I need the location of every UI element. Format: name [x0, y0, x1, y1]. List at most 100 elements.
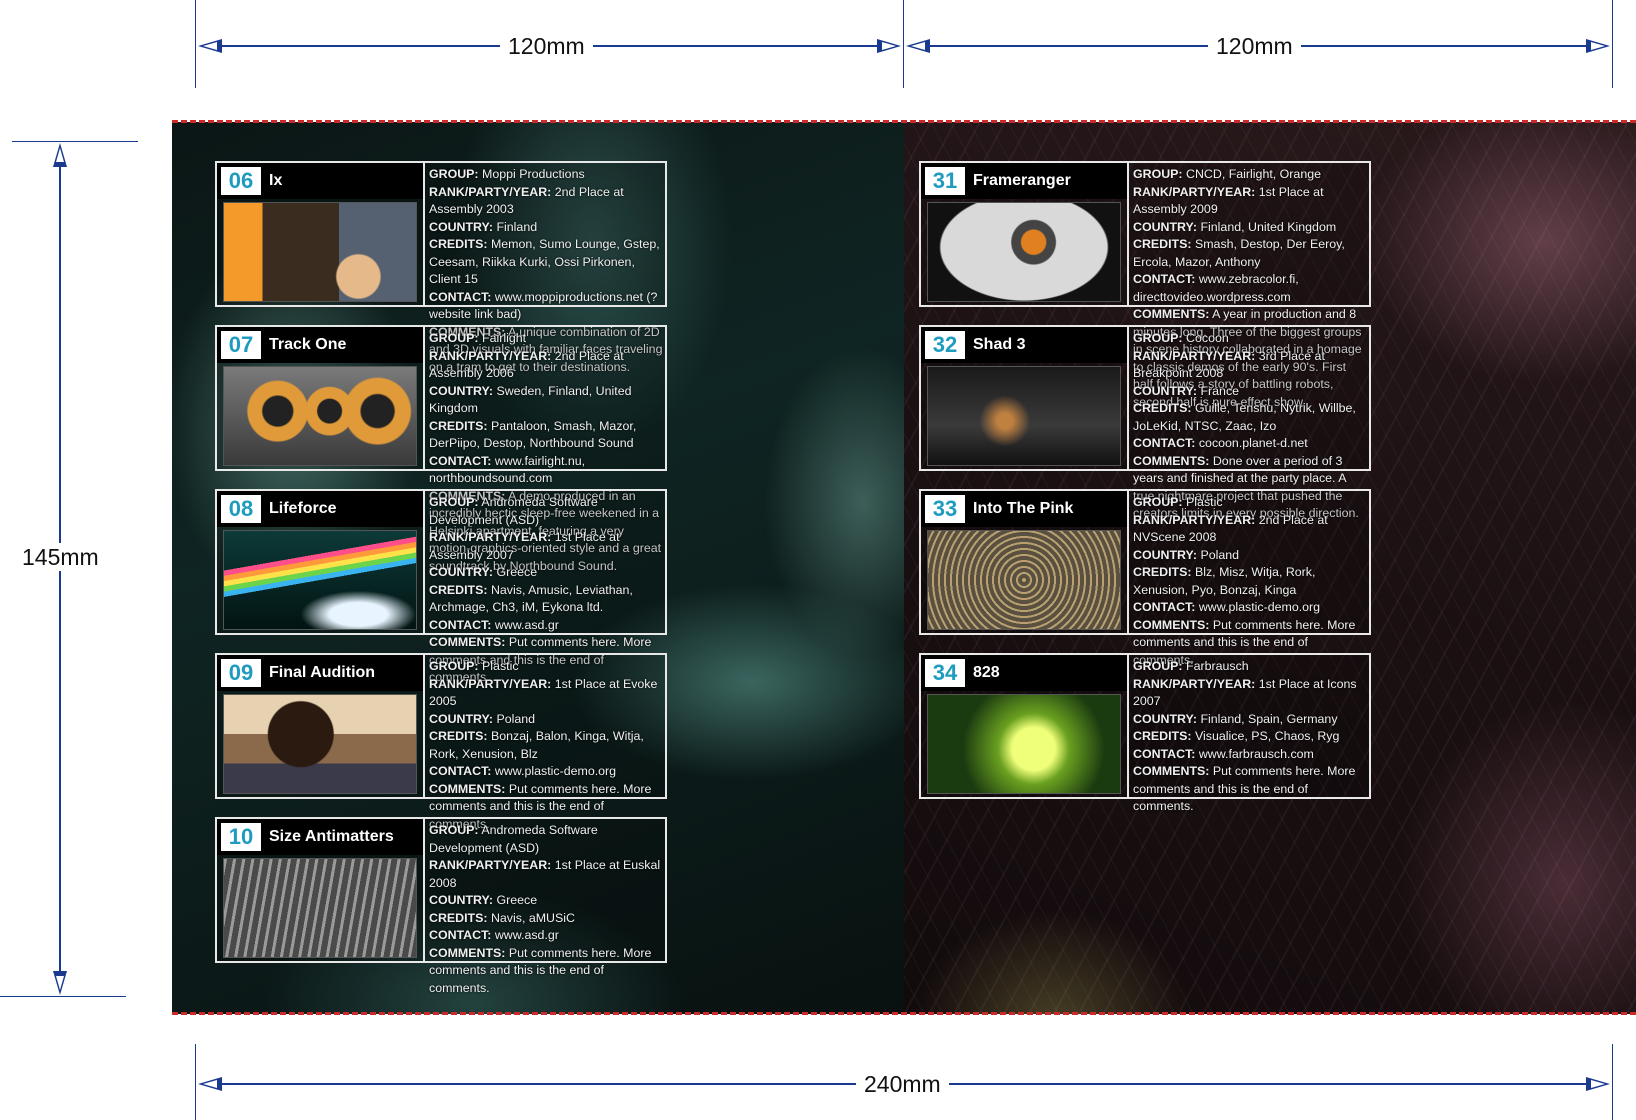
contact-value: www.plastic-demo.org [494, 764, 617, 778]
credits-row: CREDITS: Navis, aMUSiC [429, 910, 663, 928]
contact-row: CONTACT: www.plastic-demo.org [429, 763, 663, 781]
arrow-up-icon [53, 143, 67, 167]
group-value: Plastic [482, 659, 519, 673]
country-row: COUNTRY: Greece [429, 892, 663, 910]
group-label: GROUP: [429, 823, 479, 837]
comments-label: COMMENTS: [1133, 307, 1210, 321]
rank-row: RANK/PARTY/YEAR: 2nd Place at Assembly 2… [429, 184, 663, 219]
rank-label: RANK/PARTY/YEAR: [1133, 512, 1256, 527]
entry-number: 10 [221, 823, 261, 851]
dim-tick [195, 0, 196, 88]
country-value: France [1200, 383, 1240, 398]
credits-value: Visualice, PS, Chaos, Ryg [1194, 729, 1340, 743]
group-value: Farbrausch [1186, 659, 1249, 673]
group-row: GROUP: Andromeda Software Development (A… [429, 494, 663, 529]
group-value: CNCD, Fairlight, Orange [1186, 167, 1321, 181]
trim-line-bottom [172, 1012, 1636, 1015]
dim-label-left: 145mm [14, 543, 107, 571]
country-label: COUNTRY: [1133, 219, 1198, 234]
entry-thumb-column: 32 Shad 3 [921, 327, 1129, 469]
country-label: COUNTRY: [1133, 383, 1198, 398]
contact-row: CONTACT: www.moppiproductions.net (?webs… [429, 289, 663, 324]
credits-label: CREDITS: [429, 910, 488, 925]
dim-label-top-right: 120mm [1208, 32, 1301, 60]
entry-number: 31 [925, 167, 965, 195]
country-value: Greece [496, 565, 538, 579]
contact-value: www.asd.gr [494, 928, 559, 942]
entry-number: 07 [221, 331, 261, 359]
entry-title-bar: 10 Size Antimatters [217, 819, 423, 855]
entry-title: Frameranger [973, 172, 1071, 189]
contact-label: CONTACT: [1133, 600, 1196, 614]
rank-label: RANK/PARTY/YEAR: [429, 530, 552, 544]
country-label: COUNTRY: [1133, 711, 1198, 726]
country-row: COUNTRY: Finland, Spain, Germany [1133, 711, 1367, 729]
rank-label: RANK/PARTY/YEAR: [429, 858, 552, 872]
country-row: COUNTRY: Sweden, Finland, United Kingdom [429, 383, 663, 418]
dim-label-top-left: 120mm [500, 32, 593, 60]
arrow-left-icon [198, 1077, 222, 1091]
rank-label: RANK/PARTY/YEAR: [1133, 676, 1256, 691]
demo-entry: 31 Frameranger GROUP: CNCD, Fairlight, O… [919, 161, 1371, 409]
entry-screenshot [927, 694, 1121, 794]
entry-screenshot [223, 366, 417, 466]
entry-number: 34 [925, 659, 965, 687]
comments-label: COMMENTS: [1133, 617, 1210, 632]
credits-row: CREDITS: Bonzaj, Balon, Kinga, Witja, Ro… [429, 728, 663, 763]
group-row: GROUP: Moppi Productions [429, 166, 663, 184]
rank-row: RANK/PARTY/YEAR: 1st Place at Evoke 2005 [429, 676, 663, 711]
entry-title: Ix [269, 172, 283, 189]
contact-label: CONTACT: [1133, 272, 1196, 286]
comments-label: COMMENTS: [429, 781, 506, 796]
demo-entry: 10 Size Antimatters GROUP: Andromeda Sof… [215, 817, 667, 995]
country-value: Finland, Spain, Germany [1200, 711, 1338, 726]
rank-label: RANK/PARTY/YEAR: [429, 676, 552, 691]
rank-label: RANK/PARTY/YEAR: [1133, 184, 1256, 199]
entry-thumb-column: 33 Into The Pink [921, 491, 1129, 633]
entry-screenshot [223, 694, 417, 794]
rank-label: RANK/PARTY/YEAR: [429, 348, 552, 363]
country-label: COUNTRY: [429, 893, 494, 907]
group-row: GROUP: Fairlight [429, 330, 663, 348]
credits-row: CREDITS: Navis, Amusic, Leviathan, Archm… [429, 582, 663, 617]
demo-entry: 32 Shad 3 GROUP: Cocoon RANK/PARTY/YEAR:… [919, 325, 1371, 520]
country-value: Greece [496, 893, 538, 907]
group-row: GROUP: Andromeda Software Development (A… [429, 822, 663, 857]
country-label: COUNTRY: [429, 219, 494, 234]
entry-thumb-column: 06 Ix [217, 163, 425, 305]
entry-title: Shad 3 [973, 336, 1026, 353]
comments-label: COMMENTS: [1133, 764, 1210, 778]
country-value: Poland [496, 711, 536, 726]
country-label: COUNTRY: [429, 565, 494, 579]
contact-label: CONTACT: [429, 764, 492, 778]
comments-row: COMMENTS: Put comments here. More commen… [429, 945, 663, 998]
group-label: GROUP: [1133, 495, 1183, 509]
group-value: Cocoon [1186, 331, 1229, 345]
contact-label: CONTACT: [429, 617, 492, 632]
group-row: GROUP: Farbrausch [1133, 658, 1367, 676]
entry-info: GROUP: Plastic RANK/PARTY/YEAR: 1st Plac… [429, 658, 663, 833]
contact-row: CONTACT: www.zebracolor.fi, directtovide… [1133, 271, 1367, 306]
entry-info: GROUP: Farbrausch RANK/PARTY/YEAR: 1st P… [1133, 658, 1367, 816]
arrow-right-icon [877, 39, 901, 53]
entry-number: 09 [221, 659, 261, 687]
entry-title-bar: 06 Ix [217, 163, 423, 199]
entry-title: Final Audition [269, 664, 376, 681]
group-value: Moppi Productions [482, 167, 585, 181]
rank-row: RANK/PARTY/YEAR: 1st Place at Assembly 2… [429, 529, 663, 564]
entry-screenshot [223, 202, 417, 302]
entry-screenshot [223, 530, 417, 630]
credits-label: CREDITS: [1133, 401, 1192, 415]
arrow-down-icon [53, 971, 67, 995]
group-value: Fairlight [482, 331, 527, 345]
dim-tick [903, 0, 904, 88]
group-row: GROUP: Plastic [1133, 494, 1367, 512]
demo-entry: 06 Ix GROUP: Moppi Productions RANK/PART… [215, 161, 667, 374]
contact-value: www.farbrausch.com [1198, 746, 1314, 761]
credits-row: CREDITS: Guille, Tenshu, Nytrik, Willbe,… [1133, 400, 1367, 435]
entry-title-bar: 31 Frameranger [921, 163, 1127, 199]
country-label: COUNTRY: [429, 383, 494, 398]
group-label: GROUP: [1133, 659, 1183, 673]
group-row: GROUP: Cocoon [1133, 330, 1367, 348]
country-value: Finland, United Kingdom [1200, 219, 1337, 234]
